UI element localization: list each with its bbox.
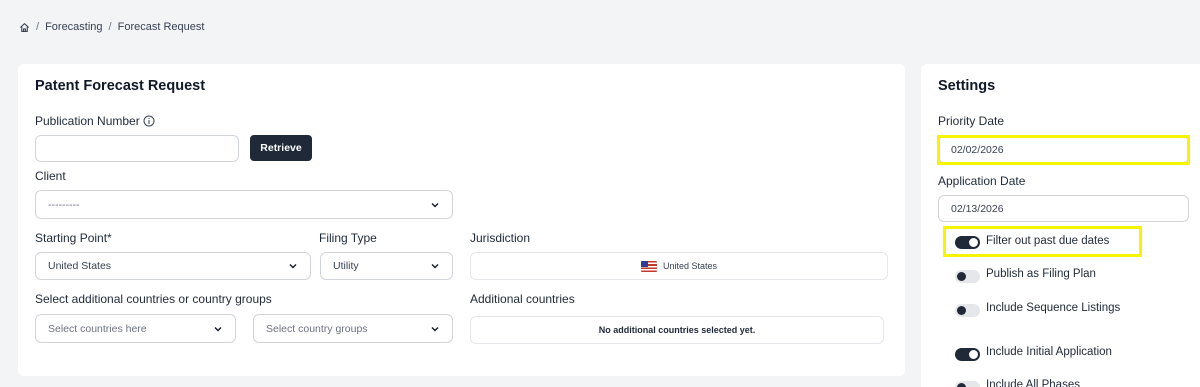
starting-point-label: Starting Point* bbox=[35, 231, 112, 245]
chevron-down-icon bbox=[431, 326, 439, 331]
page-title: Patent Forecast Request bbox=[35, 78, 206, 94]
chevron-down-icon bbox=[289, 264, 297, 269]
home-icon[interactable] bbox=[19, 22, 30, 33]
jurisdiction-display: United States bbox=[470, 252, 888, 280]
application-date-input[interactable]: 02/13/2026 bbox=[938, 195, 1189, 222]
country-groups-placeholder: Select country groups bbox=[266, 322, 368, 335]
jurisdiction-label: Jurisdiction bbox=[470, 231, 531, 245]
breadcrumb-separator: / bbox=[36, 21, 40, 33]
publish-filing-plan-toggle[interactable] bbox=[955, 270, 980, 283]
countries-select[interactable]: Select countries here bbox=[35, 314, 236, 343]
country-groups-select[interactable]: Select country groups bbox=[253, 314, 453, 343]
filing-type-value: Utility bbox=[333, 260, 359, 272]
client-value: --------- bbox=[48, 198, 80, 211]
all-phases-label: Include All Phases bbox=[986, 379, 1080, 387]
chevron-down-icon bbox=[431, 202, 439, 207]
filter-past-due-label: Filter out past due dates bbox=[986, 235, 1110, 247]
settings-card: Settings Priority Date 02/02/2026 Applic… bbox=[921, 64, 1200, 387]
initial-application-label: Include Initial Application bbox=[986, 346, 1112, 358]
breadcrumb-forecast-request: Forecast Request bbox=[117, 21, 205, 33]
priority-date-input[interactable]: 02/02/2026 bbox=[938, 136, 1189, 163]
priority-date-label: Priority Date bbox=[938, 114, 1005, 128]
breadcrumb-forecasting[interactable]: Forecasting bbox=[45, 21, 102, 33]
info-icon[interactable] bbox=[143, 115, 155, 130]
additional-select-label: Select additional countries or country g… bbox=[35, 292, 272, 306]
us-flag-icon bbox=[640, 260, 657, 272]
breadcrumb: / Forecasting / Forecast Request bbox=[19, 21, 204, 33]
filing-type-label: Filing Type bbox=[319, 231, 377, 245]
sequence-listings-toggle[interactable] bbox=[955, 304, 980, 317]
chevron-down-icon bbox=[214, 326, 222, 331]
additional-countries-label: Additional countries bbox=[470, 292, 575, 306]
priority-date-value: 02/02/2026 bbox=[951, 143, 1004, 156]
client-select[interactable]: --------- bbox=[35, 190, 453, 219]
retrieve-button[interactable]: Retrieve bbox=[250, 135, 312, 161]
additional-countries-empty: No additional countries selected yet. bbox=[470, 316, 884, 344]
all-phases-toggle[interactable] bbox=[955, 381, 980, 387]
jurisdiction-value: United States bbox=[662, 261, 718, 271]
sequence-listings-label: Include Sequence Listings bbox=[986, 302, 1121, 314]
filing-type-select[interactable]: Utility bbox=[320, 252, 453, 280]
client-label: Client bbox=[35, 169, 66, 183]
initial-application-toggle[interactable] bbox=[955, 348, 980, 361]
publication-number-label-text: Publication Number bbox=[35, 114, 140, 128]
settings-title: Settings bbox=[938, 78, 996, 94]
starting-point-value: United States bbox=[48, 260, 112, 272]
forecast-request-card: Patent Forecast Request Publication Numb… bbox=[18, 64, 905, 376]
application-date-value: 02/13/2026 bbox=[951, 202, 1004, 215]
application-date-label: Application Date bbox=[938, 174, 1026, 188]
countries-placeholder: Select countries here bbox=[48, 322, 147, 335]
filter-past-due-toggle[interactable] bbox=[955, 236, 980, 249]
publication-number-input[interactable] bbox=[35, 135, 239, 162]
breadcrumb-separator: / bbox=[108, 21, 112, 33]
publish-filing-plan-label: Publish as Filing Plan bbox=[986, 268, 1096, 280]
publication-number-label: Publication Number bbox=[35, 114, 155, 130]
chevron-down-icon bbox=[431, 264, 439, 269]
starting-point-select[interactable]: United States bbox=[35, 252, 311, 280]
